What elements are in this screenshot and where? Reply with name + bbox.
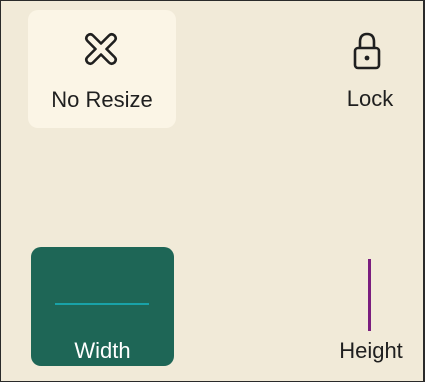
- vertical-line-icon: [368, 259, 371, 331]
- lock-button[interactable]: Lock: [321, 25, 419, 125]
- no-resize-x-icon: [84, 32, 118, 66]
- padlock-icon: [353, 32, 381, 70]
- horizontal-line-icon: [55, 303, 149, 305]
- height-button[interactable]: Height: [323, 251, 419, 371]
- no-resize-label: No Resize: [51, 87, 153, 112]
- height-label: Height: [339, 338, 403, 363]
- width-label: Width: [74, 338, 131, 363]
- resize-options-panel: No Resize Lock Width Height: [0, 0, 425, 382]
- no-resize-button[interactable]: No Resize: [28, 10, 176, 128]
- width-button[interactable]: Width: [31, 247, 174, 366]
- lock-label: Lock: [346, 86, 394, 111]
